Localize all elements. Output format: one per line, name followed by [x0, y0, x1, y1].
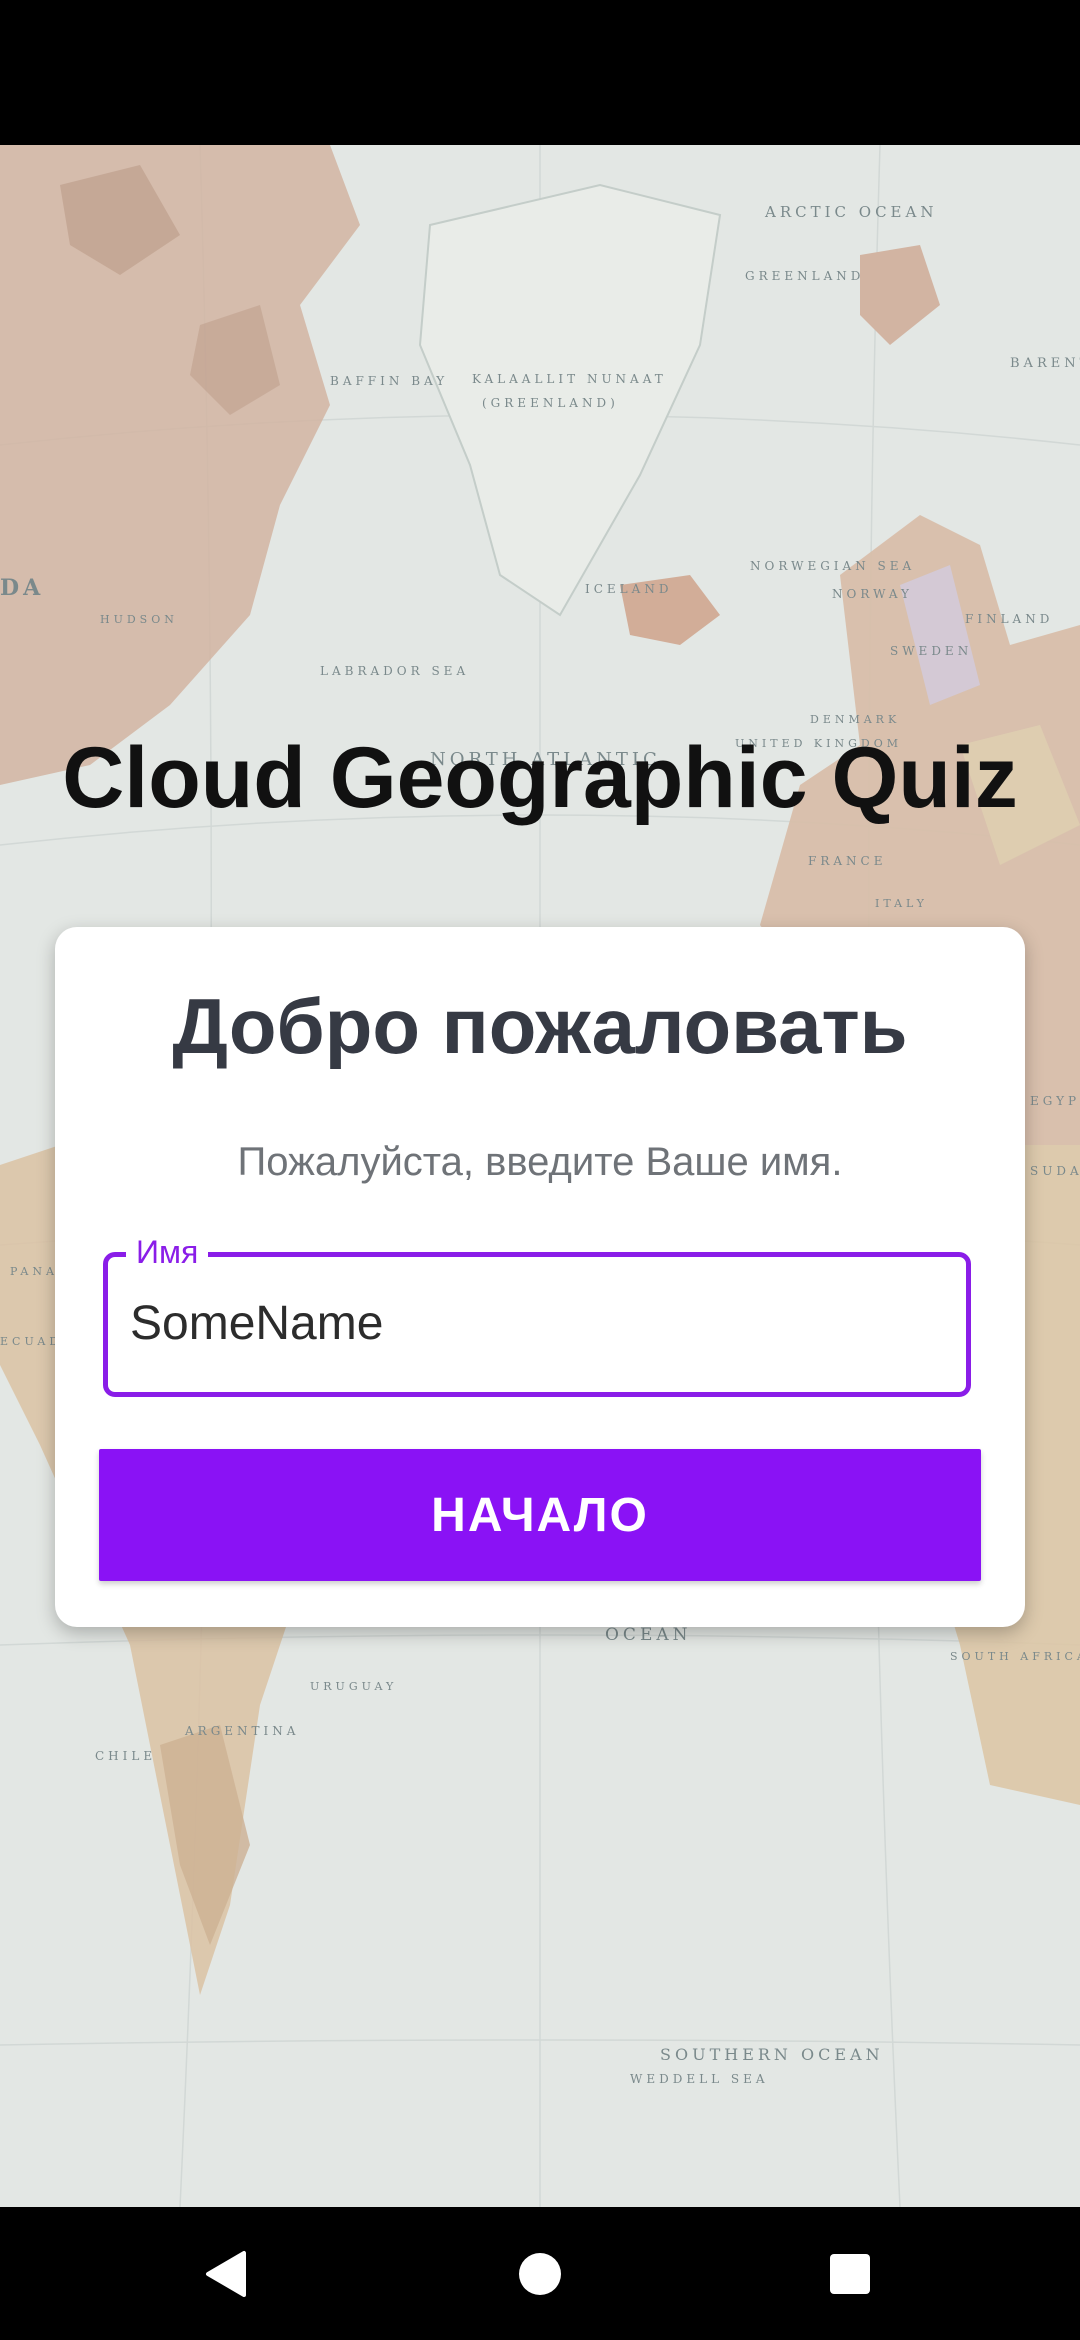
back-button[interactable]: [135, 2207, 315, 2340]
app-screen: ARCTIC OCEAN GREENLAND KALAALLIT NUNAAT …: [0, 145, 1080, 2207]
home-circle-icon: [519, 2252, 561, 2295]
name-field[interactable]: Имя: [103, 1233, 971, 1397]
status-bar: [0, 0, 1080, 145]
welcome-title: Добро пожаловать: [172, 982, 908, 1070]
welcome-subtitle: Пожалуйста, введите Ваше имя.: [237, 1140, 843, 1184]
welcome-card: Добро пожаловать Пожалуйста, введите Ваш…: [55, 927, 1025, 1627]
back-triangle-icon: [206, 2250, 246, 2297]
navigation-bar: [0, 2207, 1080, 2340]
recents-button[interactable]: [760, 2207, 940, 2340]
home-button[interactable]: [450, 2207, 630, 2340]
recents-square-icon: [830, 2253, 870, 2294]
name-input[interactable]: [130, 1293, 930, 1353]
name-field-label: Имя: [126, 1233, 209, 1272]
start-button[interactable]: НАЧАЛО: [99, 1449, 981, 1581]
app-title: Cloud Geographic Quiz: [62, 730, 1018, 826]
